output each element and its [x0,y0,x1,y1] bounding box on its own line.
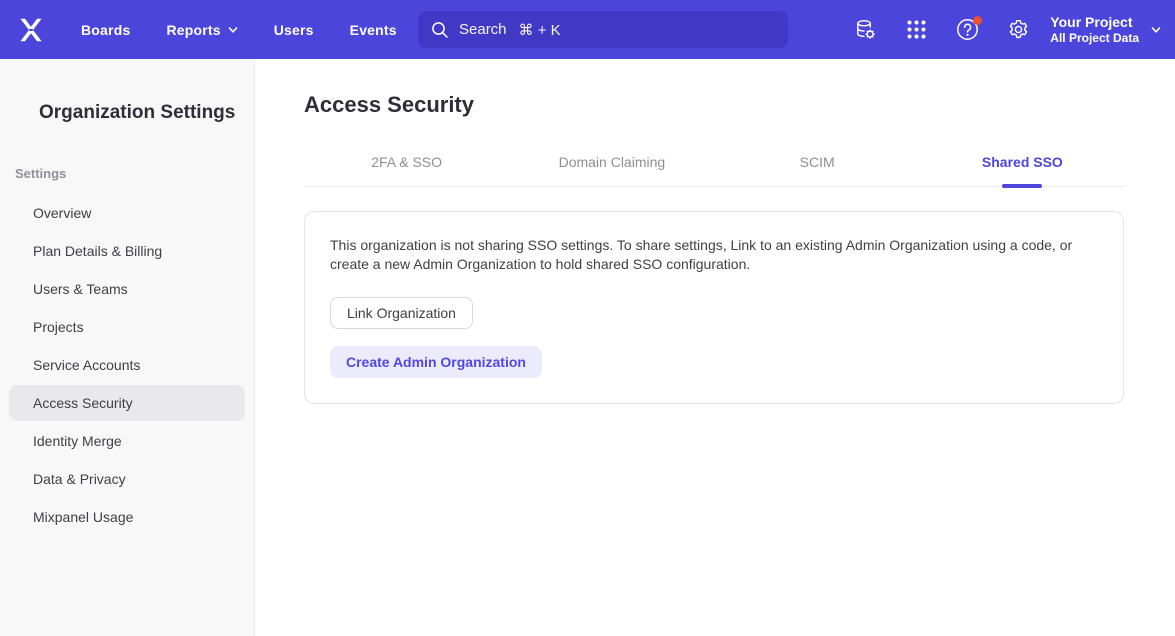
project-name: Your Project [1050,13,1139,31]
active-tab-underline [1002,184,1042,188]
nav-events[interactable]: Events [350,22,397,38]
search-input[interactable]: Search ⌘ + K [418,11,788,48]
page-title: Access Security [304,92,1125,118]
sidebar-item-data-privacy[interactable]: Data & Privacy [9,461,245,497]
help-icon[interactable] [955,18,979,42]
link-organization-button[interactable]: Link Organization [330,297,473,329]
primary-nav: Boards Reports Users Events [81,22,397,38]
mixpanel-logo-icon[interactable] [16,15,46,45]
nav-events-label: Events [350,22,397,38]
sidebar-section-label: Settings [15,166,254,181]
project-switcher[interactable]: Your Project All Project Data [1050,0,1161,59]
nav-reports[interactable]: Reports [166,22,237,38]
project-meta: Your Project All Project Data [1050,13,1139,46]
nav-boards-label: Boards [81,22,130,38]
sidebar-item-users-teams[interactable]: Users & Teams [9,271,245,307]
sidebar-item-plan-details-billing[interactable]: Plan Details & Billing [9,233,245,269]
settings-gear-icon[interactable] [1006,18,1030,42]
search-shortcut: ⌘ + K [519,21,561,39]
settings-sidebar: Organization Settings Settings Overview … [0,59,255,636]
topbar-icon-group [853,0,1030,59]
main-content: Access Security 2FA & SSO Domain Claimin… [255,59,1175,636]
shared-sso-description: This organization is not sharing SSO set… [330,236,1090,274]
search-placeholder: Search [459,21,507,38]
nav-users[interactable]: Users [274,22,314,38]
shared-sso-card: This organization is not sharing SSO set… [304,211,1124,404]
sidebar-item-overview[interactable]: Overview [9,195,245,231]
nav-boards[interactable]: Boards [81,22,130,38]
tab-domain-claiming-label: Domain Claiming [559,154,666,170]
tab-2fa-sso-label: 2FA & SSO [371,154,442,170]
sidebar-item-service-accounts[interactable]: Service Accounts [9,347,245,383]
help-notification-badge [973,16,982,25]
tab-shared-sso-label: Shared SSO [982,154,1063,170]
access-security-tabs: 2FA & SSO Domain Claiming SCIM Shared SS… [304,154,1125,187]
nav-reports-label: Reports [166,22,220,38]
tab-domain-claiming[interactable]: Domain Claiming [509,154,714,186]
tab-2fa-sso[interactable]: 2FA & SSO [304,154,509,186]
sidebar-item-identity-merge[interactable]: Identity Merge [9,423,245,459]
project-data-scope: All Project Data [1050,31,1139,46]
tab-scim[interactable]: SCIM [715,154,920,186]
mixpanel-app: Boards Reports Users Events Search ⌘ + K [0,0,1175,636]
tab-shared-sso[interactable]: Shared SSO [920,154,1125,186]
create-admin-organization-button[interactable]: Create Admin Organization [330,346,542,378]
sidebar-title: Organization Settings [39,102,254,124]
sidebar-item-projects[interactable]: Projects [9,309,245,345]
chevron-down-icon [228,25,238,35]
data-management-icon[interactable] [853,18,877,42]
sidebar-item-access-security[interactable]: Access Security [9,385,245,421]
search-icon [431,21,449,39]
sidebar-item-mixpanel-usage[interactable]: Mixpanel Usage [9,499,245,535]
top-navigation-bar: Boards Reports Users Events Search ⌘ + K [0,0,1175,59]
chevron-down-icon [1151,25,1161,35]
apps-grid-icon[interactable] [904,18,928,42]
tab-scim-label: SCIM [800,154,835,170]
page-body: Organization Settings Settings Overview … [0,59,1175,636]
nav-users-label: Users [274,22,314,38]
